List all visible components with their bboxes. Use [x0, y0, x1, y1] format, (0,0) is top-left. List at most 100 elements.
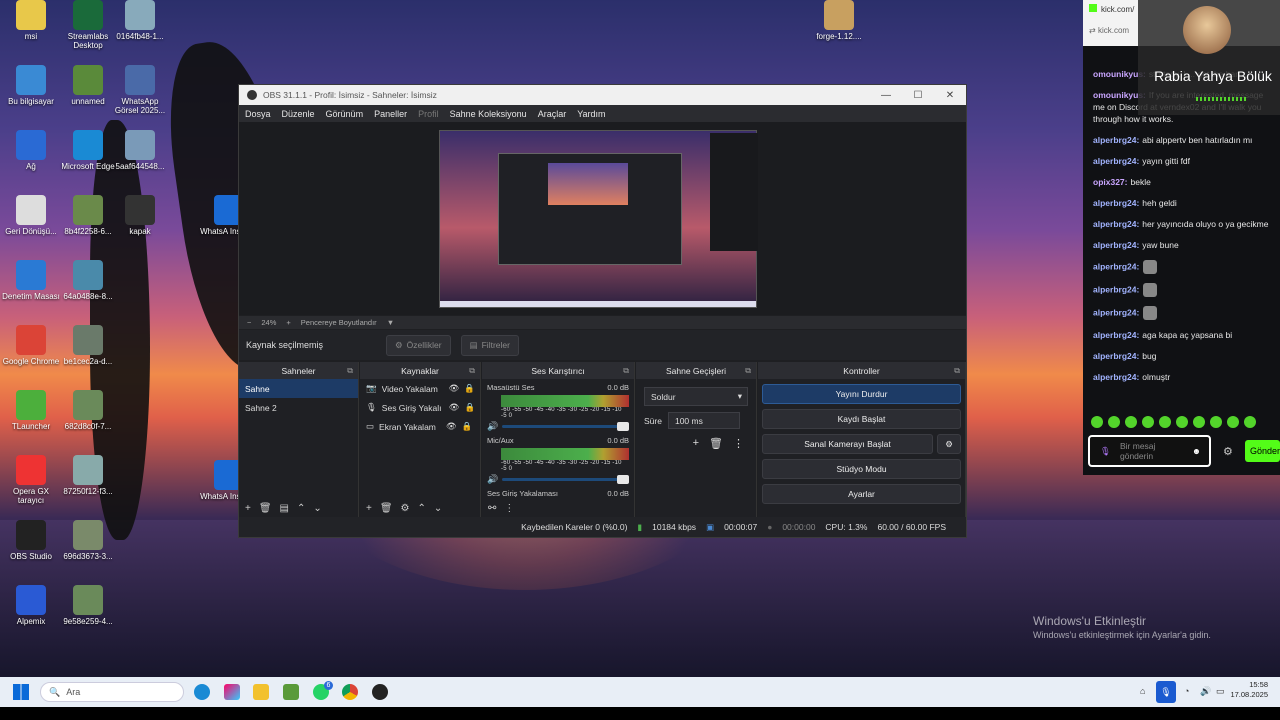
up-icon[interactable]: ⌃	[418, 503, 426, 514]
emote-icon[interactable]	[1176, 416, 1188, 428]
start-recording-button[interactable]: Kaydı Başlat	[762, 409, 961, 429]
clock[interactable]: 15:58 17.08.2025	[1230, 680, 1268, 700]
chat-username[interactable]: alperbrg24:	[1093, 198, 1139, 208]
desktop-icon[interactable]: msi	[2, 0, 60, 41]
speaker-icon[interactable]: 🔊	[487, 421, 498, 432]
desktop-icon[interactable]: 87250f12-f3...	[59, 455, 117, 496]
trash-icon[interactable]: 🗑	[259, 503, 272, 514]
chat-username[interactable]: alperbrg24:	[1093, 261, 1139, 271]
add-icon[interactable]: +	[245, 503, 251, 514]
desktop-icon[interactable]: 9e58e259-4...	[59, 585, 117, 626]
chat-input[interactable]: 🎙 Bir mesaj gönderin ☻	[1088, 435, 1211, 467]
chat-username[interactable]: alperbrg24:	[1093, 284, 1139, 294]
copilot-icon[interactable]	[224, 684, 240, 700]
slider-knob[interactable]	[617, 422, 629, 431]
menu-paneller[interactable]: Paneller	[374, 109, 407, 119]
trash-icon[interactable]: 🗑	[709, 437, 723, 450]
hidden-icons-icon[interactable]: ⌂	[1140, 686, 1145, 696]
zoom-out-icon[interactable]: −	[247, 318, 251, 327]
desktop-icon[interactable]: unnamed	[59, 65, 117, 106]
studio-mode-button[interactable]: Stüdyo Modu	[762, 459, 961, 479]
float-icon[interactable]: ⧉	[347, 366, 353, 376]
obs-titlebar[interactable]: OBS 31.1.1 - Profil: İsimsiz - Sahneler:…	[239, 85, 966, 105]
desktop-icon[interactable]: 8b4f2258-6...	[59, 195, 117, 236]
up-icon[interactable]: ⌃	[297, 503, 305, 514]
desktop-icon[interactable]: Alpemix	[2, 585, 60, 626]
emote-icon[interactable]	[1108, 416, 1120, 428]
gear-icon[interactable]: ⚙	[1223, 445, 1233, 458]
link-icon[interactable]: ⚯	[488, 503, 496, 514]
taskbar-search[interactable]: 🔍 Ara	[40, 682, 184, 702]
properties-button[interactable]: ⚙ Özellikler	[386, 334, 451, 356]
speaker-icon[interactable]: 🔊	[487, 474, 498, 485]
desktop-icon[interactable]: kapak	[111, 195, 169, 236]
emote-icon[interactable]	[1193, 416, 1205, 428]
zoom-in-icon[interactable]: +	[286, 318, 290, 327]
lock-icon[interactable]: 🔒	[464, 383, 475, 394]
float-icon[interactable]: ⧉	[623, 366, 629, 376]
maximize-icon[interactable]: ☐	[902, 90, 934, 101]
obs-icon[interactable]	[372, 684, 388, 700]
eye-icon[interactable]: 👁	[446, 421, 457, 432]
add-icon[interactable]: +	[693, 437, 699, 450]
emote-icon[interactable]	[1142, 416, 1154, 428]
down-icon[interactable]: ⌄	[434, 503, 442, 514]
desktop-icon[interactable]: 5aaf644548...	[111, 130, 169, 171]
eye-icon[interactable]: 👁	[449, 402, 460, 413]
menu-gorunum[interactable]: Görünüm	[326, 109, 364, 119]
filters-button[interactable]: ▤ Filtreler	[460, 334, 519, 356]
minecraft-icon[interactable]	[283, 684, 299, 700]
float-icon[interactable]: ⧉	[469, 366, 475, 376]
volume-icon[interactable]: 🔊	[1200, 686, 1211, 697]
emote-icon[interactable]	[1125, 416, 1137, 428]
source-item[interactable]: ▭ Ekran Yakalam 👁 🔒	[360, 417, 480, 436]
desktop-icon[interactable]: Google Chrome	[2, 325, 60, 366]
obs-window[interactable]: OBS 31.1.1 - Profil: İsimsiz - Sahneler:…	[238, 84, 967, 538]
more-icon[interactable]: ⋮	[504, 503, 514, 514]
desktop-icon[interactable]: TLauncher	[2, 390, 60, 431]
chat-username[interactable]: opix327:	[1093, 177, 1128, 187]
mic-icon[interactable]: 🎙	[1100, 446, 1111, 456]
network-icon[interactable]: ◔	[1184, 686, 1189, 696]
scene-item[interactable]: Sahne	[239, 379, 358, 398]
windows-start-icon[interactable]	[13, 684, 29, 700]
menu-dosya[interactable]: Dosya	[245, 109, 271, 119]
desktop-icon[interactable]: 0164fb48-1...	[111, 0, 169, 41]
source-item[interactable]: 🎙 Ses Giriş Yakalı 👁 🔒	[360, 398, 480, 417]
chat-username[interactable]: alperbrg24:	[1093, 240, 1139, 250]
settings-button[interactable]: Ayarlar	[762, 484, 961, 504]
emote-icon[interactable]	[1159, 416, 1171, 428]
minimize-icon[interactable]: —	[870, 90, 902, 101]
mic-icon[interactable]: 🎙	[1156, 681, 1176, 703]
desktop-icon[interactable]: Streamlabs Desktop	[59, 0, 117, 50]
file-explorer-icon[interactable]	[253, 684, 269, 700]
chat-username[interactable]: alperbrg24:	[1093, 351, 1139, 361]
battery-icon[interactable]: ▭	[1216, 686, 1225, 697]
transition-select[interactable]: Soldur ▾	[644, 387, 748, 406]
desktop-icon[interactable]: 64a0488e-8...	[59, 260, 117, 301]
eye-icon[interactable]: 👁	[449, 383, 460, 394]
float-icon[interactable]: ⧉	[745, 366, 751, 376]
more-icon[interactable]: ⋮	[733, 437, 744, 450]
down-icon[interactable]: ⌄	[313, 503, 321, 514]
source-item[interactable]: 📷 Video Yakalam 👁 🔒	[360, 379, 480, 398]
desktop-icon[interactable]: Bu bilgisayar	[2, 65, 60, 106]
menu-duzenle[interactable]: Düzenle	[282, 109, 315, 119]
resize-to-window[interactable]: Pencereye Boyutlandır	[301, 318, 377, 327]
add-icon[interactable]: +	[366, 503, 372, 514]
duration-input[interactable]: 100 ms	[667, 412, 740, 429]
scene-item[interactable]: Sahne 2	[239, 398, 358, 417]
gear-icon[interactable]: ⚙	[937, 434, 961, 454]
desktop-icon[interactable]: WhatsApp Görsel 2025...	[111, 65, 169, 115]
close-icon[interactable]: ✕	[934, 90, 966, 101]
slider-knob[interactable]	[617, 475, 629, 484]
desktop-icon[interactable]: 682d8c0f-7...	[59, 390, 117, 431]
emoji-icon[interactable]: ☻	[1192, 446, 1201, 456]
menu-araclar[interactable]: Araçlar	[538, 109, 567, 119]
volume-slider[interactable]	[502, 422, 629, 431]
desktop-icon[interactable]: Microsoft Edge	[59, 130, 117, 171]
start-virtual-camera-button[interactable]: Sanal Kamerayı Başlat	[762, 434, 933, 454]
desktop-icon[interactable]: OBS Studio	[2, 520, 60, 561]
chat-username[interactable]: alperbrg24:	[1093, 156, 1139, 166]
chat-username[interactable]: alperbrg24:	[1093, 219, 1139, 229]
